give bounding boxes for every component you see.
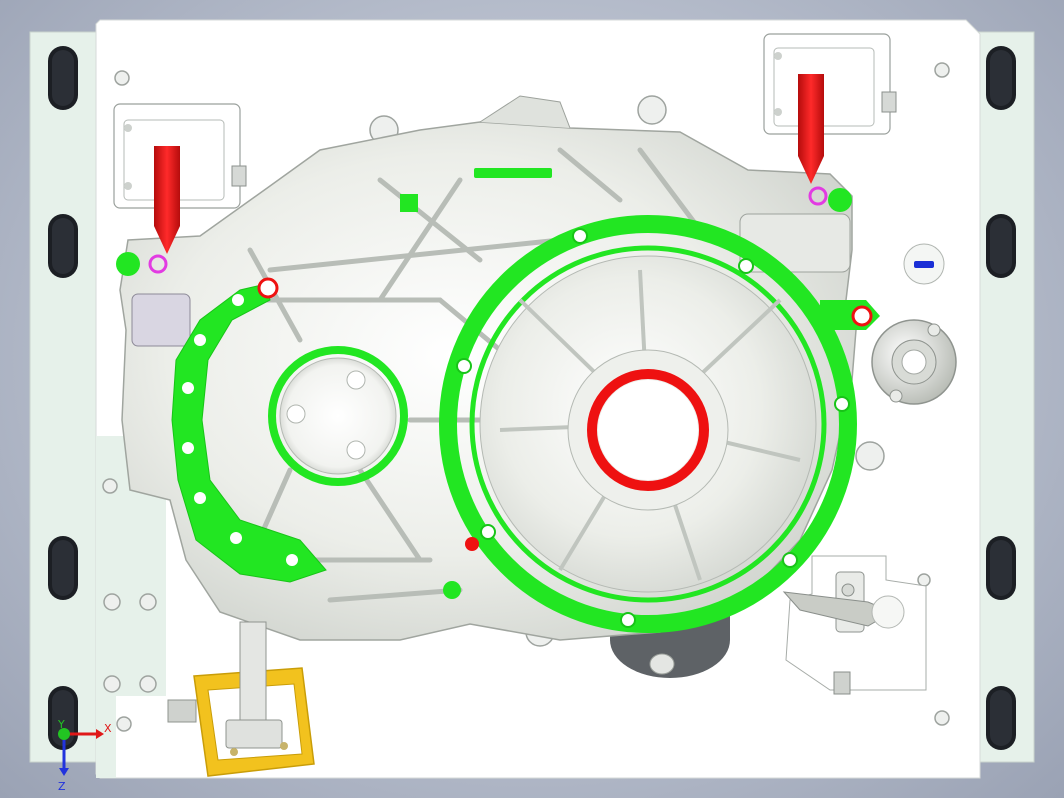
x-axis-label: X — [104, 722, 112, 735]
slot-hole-icon — [48, 536, 78, 600]
slot-hole-icon — [48, 214, 78, 278]
locator-block-right — [763, 33, 897, 135]
slot-hole-icon — [986, 686, 1016, 750]
left-bore — [268, 346, 408, 486]
slot-hole-icon — [986, 536, 1016, 600]
cad-viewport[interactable]: X Y Z — [0, 0, 1064, 798]
fixture-scene[interactable]: X Y Z — [0, 0, 1064, 798]
z-axis-arrow — [59, 768, 69, 776]
y-axis-label: Y — [57, 718, 65, 731]
central-seal — [567, 349, 729, 511]
right-pilot-boss — [871, 319, 957, 405]
z-axis-label: Z — [58, 780, 66, 793]
slot-hole-icon — [48, 46, 78, 110]
slot-hole-icon — [986, 46, 1016, 110]
blue-marker — [903, 243, 945, 285]
slot-hole-icon — [986, 214, 1016, 278]
